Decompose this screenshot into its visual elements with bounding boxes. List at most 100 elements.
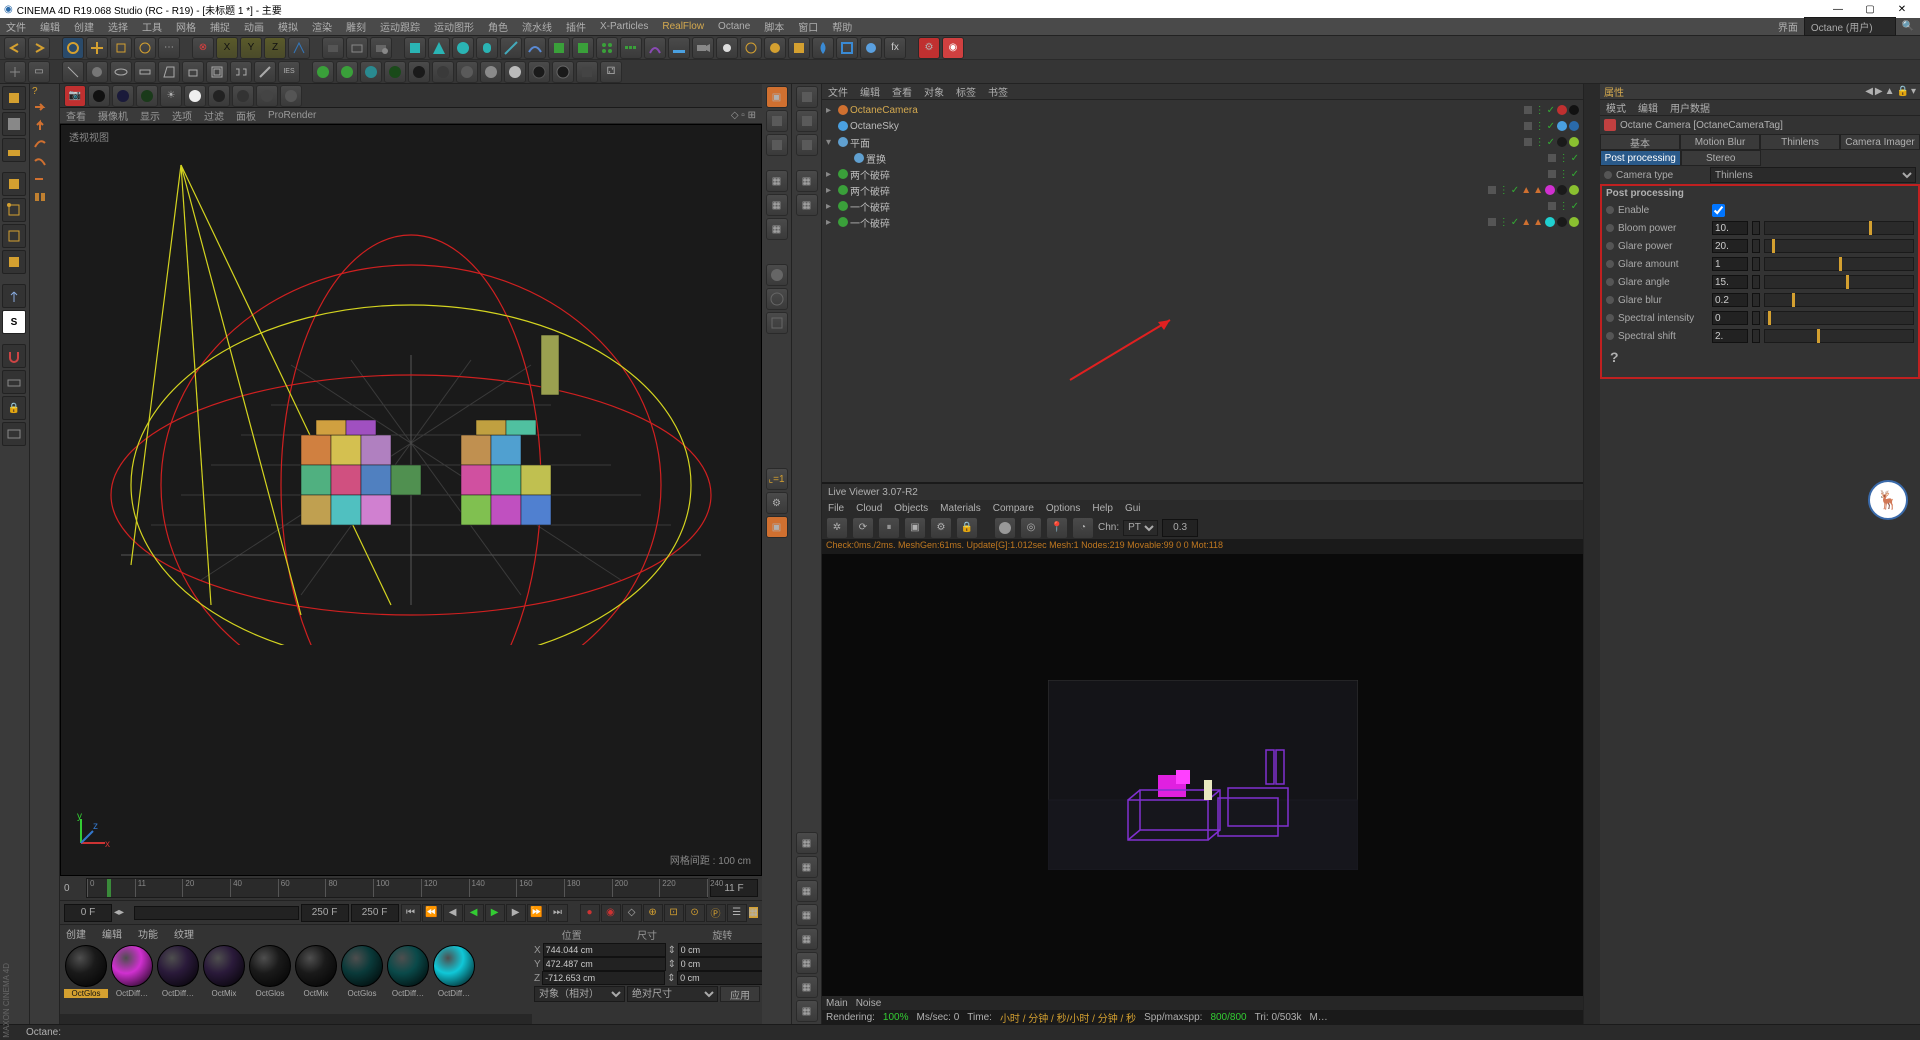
viewport-solo-icon[interactable]: S: [2, 310, 26, 334]
menu-character[interactable]: 角色: [488, 19, 508, 34]
gen-subdiv-icon[interactable]: [548, 37, 570, 59]
material-tag-icon[interactable]: [1557, 137, 1567, 147]
light-icon[interactable]: [716, 37, 738, 59]
expander-icon[interactable]: ▸: [826, 169, 836, 180]
vp-shade2-icon[interactable]: [766, 288, 788, 310]
visibility-dots-icon[interactable]: ⋮: [1499, 217, 1509, 228]
keyframe-icon[interactable]: ◇: [622, 904, 642, 922]
sky-tag-icon[interactable]: [1557, 121, 1567, 131]
spinner-icon[interactable]: [1752, 257, 1760, 271]
attr-nav-back-icon[interactable]: ◀: [1865, 86, 1873, 97]
extrude-icon[interactable]: [182, 61, 204, 83]
oct-liveviewer-icon[interactable]: ◉: [942, 37, 964, 59]
select-tool-icon[interactable]: [62, 37, 84, 59]
timeline-ruler[interactable]: 01120406080100120140160180200220240: [86, 878, 708, 898]
menu-pipeline[interactable]: 流水线: [522, 19, 552, 34]
visibility-dots-icon[interactable]: ⋮: [1559, 169, 1569, 180]
menu-octane[interactable]: Octane: [718, 21, 750, 32]
mat-menu-create[interactable]: 创建: [66, 926, 86, 941]
menu-xparticles[interactable]: X-Particles: [600, 21, 648, 32]
coord-pos-input[interactable]: [542, 971, 665, 985]
autokey-icon[interactable]: ◉: [601, 904, 621, 922]
lv-menu-opt[interactable]: Options: [1046, 503, 1080, 514]
om-row[interactable]: ▸两个破碎⋮✓: [826, 166, 1579, 182]
side-tab-strip[interactable]: [1584, 84, 1600, 1024]
camtype-bullet-icon[interactable]: [1604, 171, 1612, 179]
perspective-viewport[interactable]: 透视视图: [60, 124, 762, 876]
om-menu-obj[interactable]: 对象: [924, 84, 944, 99]
param-bullet-icon[interactable]: [1606, 332, 1614, 340]
layer-tag-icon[interactable]: [1523, 105, 1533, 115]
oct-mat11-icon[interactable]: [552, 61, 574, 83]
param-bullet-icon[interactable]: [1606, 224, 1614, 232]
spinner-icon[interactable]: [1752, 239, 1760, 253]
vp-menu-view[interactable]: 查看: [66, 108, 86, 123]
oct-c-icon[interactable]: 📷: [64, 85, 86, 107]
vp-box-icon[interactable]: ▣: [766, 516, 788, 538]
param-bullet-icon[interactable]: [1606, 314, 1614, 322]
lv-chn-val-input[interactable]: [1162, 519, 1198, 537]
prim-cube-icon[interactable]: [404, 37, 426, 59]
arrow-sel-icon[interactable]: [32, 171, 57, 187]
timeline-dope-icon[interactable]: ▦: [749, 907, 758, 918]
range-slider[interactable]: ◂▸: [114, 907, 132, 918]
layout-grid8-icon[interactable]: ▦: [796, 1000, 818, 1022]
record-icon[interactable]: ●: [580, 904, 600, 922]
expander-icon[interactable]: ▸: [826, 201, 836, 212]
render-view-icon[interactable]: [322, 37, 344, 59]
tab-stereo[interactable]: Stereo: [1681, 150, 1762, 166]
material-item[interactable]: OctMix: [294, 945, 338, 1001]
coord-pos-input[interactable]: [543, 957, 666, 971]
oct-random-icon[interactable]: ⚁: [600, 61, 622, 83]
scale-tool-icon[interactable]: [110, 37, 132, 59]
module-icon[interactable]: [32, 189, 57, 205]
attr-nav-up-icon[interactable]: ▲: [1885, 86, 1895, 97]
expander-icon[interactable]: ▸: [826, 185, 836, 196]
oct-settings-icon[interactable]: ⚙: [918, 37, 940, 59]
lv-menu-file[interactable]: File: [828, 503, 844, 514]
material-tag-icon[interactable]: [1569, 185, 1579, 195]
spinner-icon[interactable]: [1752, 329, 1760, 343]
lv-gear-icon[interactable]: ⚙: [930, 517, 952, 539]
lv-sphere-icon[interactable]: [994, 517, 1016, 539]
vp-camera-icon[interactable]: ▣: [766, 86, 788, 108]
param-bullet-icon[interactable]: [1606, 296, 1614, 304]
warn-tag-icon[interactable]: ▲: [1533, 185, 1543, 196]
param-input[interactable]: [1712, 275, 1748, 289]
prim-cone-icon[interactable]: [428, 37, 450, 59]
oct-sun-icon[interactable]: ☀: [160, 85, 182, 107]
spinner-icon[interactable]: [1752, 221, 1760, 235]
oct-c5-icon[interactable]: [208, 85, 230, 107]
prev-frame-icon[interactable]: ◀: [443, 904, 463, 922]
render-settings-icon[interactable]: [370, 37, 392, 59]
lv-tab-main[interactable]: Main: [826, 998, 848, 1009]
menu-create[interactable]: 创建: [74, 19, 94, 34]
oct-c2-icon[interactable]: [112, 85, 134, 107]
menu-simulate[interactable]: 模拟: [278, 19, 298, 34]
layer-tag-icon[interactable]: [1487, 185, 1497, 195]
param-slider[interactable]: [1764, 311, 1914, 325]
oct-c6-icon[interactable]: [232, 85, 254, 107]
material-item[interactable]: OctDiff…: [110, 945, 154, 1001]
object-name-label[interactable]: 置换: [866, 151, 886, 166]
rotate-tool-icon[interactable]: [134, 37, 156, 59]
edge-mode-icon[interactable]: [2, 224, 26, 248]
window-max-button[interactable]: ▢: [1856, 4, 1884, 15]
menu-snap[interactable]: 捕捉: [210, 19, 230, 34]
bridge-icon[interactable]: [230, 61, 252, 83]
spinner-icon[interactable]: [1752, 293, 1760, 307]
material-tag-icon[interactable]: [1545, 217, 1555, 227]
om-row[interactable]: ▸一个破碎⋮✓: [826, 198, 1579, 214]
mat-menu-edit[interactable]: 编辑: [102, 926, 122, 941]
vp-cube2-icon[interactable]: [766, 134, 788, 156]
param-slider[interactable]: [1764, 257, 1914, 271]
vp-menu-pro[interactable]: ProRender: [268, 110, 316, 121]
layout-grid4-icon[interactable]: ▦: [796, 904, 818, 926]
visibility-dots-icon[interactable]: ⋮: [1559, 201, 1569, 212]
oct-mat10-icon[interactable]: [528, 61, 550, 83]
om-row[interactable]: ▾平面⋮✓: [826, 134, 1579, 150]
oct-mat4-icon[interactable]: [384, 61, 406, 83]
expander-icon[interactable]: ▸: [826, 105, 836, 116]
reset-psr-icon[interactable]: [4, 61, 26, 83]
om-row[interactable]: 置换⋮✓: [826, 150, 1579, 166]
